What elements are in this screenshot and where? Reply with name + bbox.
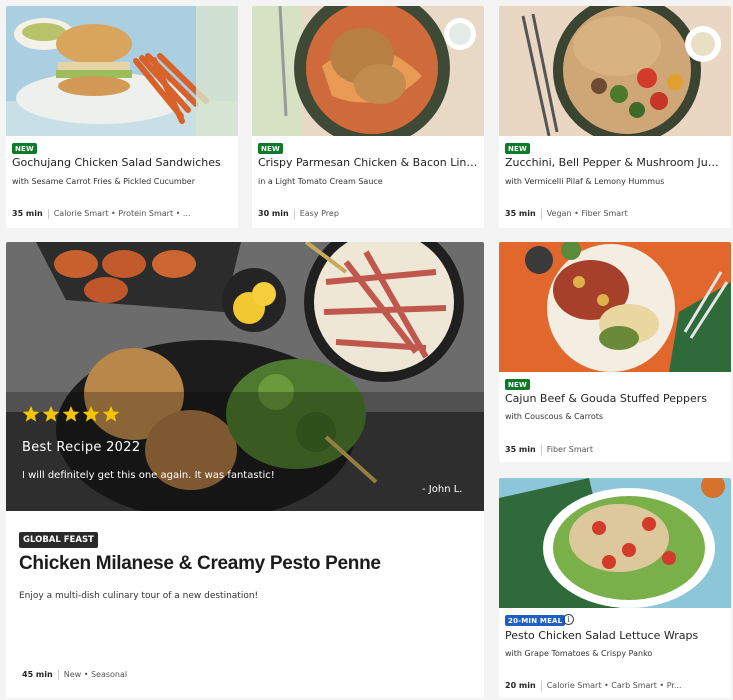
recipe-card[interactable]: 20-MIN MEAL i Pesto Chicken Salad Lettuc…: [499, 478, 731, 698]
divider: [540, 681, 542, 691]
rating-stars: [22, 405, 120, 423]
star-icon: [42, 405, 60, 422]
recipe-tags: Fiber Smart: [546, 445, 593, 454]
cook-time: 35 min: [12, 209, 43, 218]
featured-recipe-description: Enjoy a multi-dish culinary tour of a ne…: [19, 591, 259, 601]
cook-time: 35 min: [505, 209, 536, 218]
info-icon[interactable]: i: [563, 614, 574, 625]
divider: [540, 445, 542, 455]
quick-meal-badge: 20-MIN MEAL: [505, 615, 566, 626]
cook-time: 20 min: [505, 681, 536, 690]
recipe-title: Pesto Chicken Salad Lettuce Wraps: [505, 629, 699, 642]
recipe-tags: Vegan • Fiber Smart: [546, 209, 628, 218]
recipe-title: Crispy Parmesan Chicken & Bacon Linguine: [258, 156, 480, 169]
featured-recipe-title: Chicken Milanese & Creamy Pesto Penne: [19, 553, 381, 574]
new-badge: NEW: [12, 143, 37, 154]
star-icon: [102, 405, 120, 422]
recipe-title: Zucchini, Bell Pepper & Mushroom Jumble: [505, 156, 727, 169]
star-icon: [82, 405, 100, 422]
recipe-tags: Calorie Smart • Carb Smart • Pr...: [546, 681, 682, 690]
recipe-card[interactable]: NEW Gochujang Chicken Salad Sandwiches w…: [6, 6, 238, 228]
recipe-subtitle: with Vermicelli Pilaf & Lemony Hummus: [505, 177, 665, 186]
cook-time: 45 min: [22, 670, 53, 679]
recipe-photo: [6, 6, 238, 136]
new-badge: NEW: [505, 143, 530, 154]
divider: [540, 209, 542, 219]
recipe-subtitle: with Grape Tomatoes & Crispy Panko: [505, 649, 653, 658]
recipe-photo: [252, 6, 484, 136]
cook-time: 30 min: [258, 209, 289, 218]
recipe-title: Gochujang Chicken Salad Sandwiches: [12, 156, 221, 169]
recipe-photo: [499, 478, 731, 608]
recipe-meta: 35 min Calorie Smart • Protein Smart • .…: [12, 209, 191, 219]
star-icon: [62, 405, 80, 422]
divider: [57, 670, 59, 680]
cook-time: 35 min: [505, 445, 536, 454]
recipe-tags: New • Seasonal: [63, 670, 128, 679]
recipe-photo: [499, 6, 731, 136]
recipe-meta: 30 min Easy Prep: [258, 209, 339, 219]
new-badge: NEW: [258, 143, 283, 154]
recipe-meta: 20 min Calorie Smart • Carb Smart • Pr..…: [505, 681, 682, 691]
recipe-card[interactable]: NEW Zucchini, Bell Pepper & Mushroom Jum…: [499, 6, 731, 228]
award-label: Best Recipe 2022: [22, 440, 141, 455]
recipe-grid: NEW Gochujang Chicken Salad Sandwiches w…: [0, 0, 733, 700]
divider: [293, 209, 295, 219]
review-quote: I will definitely get this one again. It…: [22, 470, 275, 481]
divider: [47, 209, 49, 219]
recipe-subtitle: in a Light Tomato Cream Sauce: [258, 177, 383, 186]
global-feast-tag: GLOBAL FEAST: [19, 532, 98, 548]
review-author: - John L.: [422, 484, 463, 495]
recipe-card[interactable]: NEW Crispy Parmesan Chicken & Bacon Ling…: [252, 6, 484, 228]
recipe-subtitle: with Couscous & Carrots: [505, 412, 604, 421]
recipe-tags: Calorie Smart • Protein Smart • ...: [53, 209, 191, 218]
new-badge: NEW: [505, 379, 530, 390]
recipe-meta: 35 min Vegan • Fiber Smart: [505, 209, 628, 219]
recipe-subtitle: with Sesame Carrot Fries & Pickled Cucum…: [12, 177, 195, 186]
recipe-tags: Easy Prep: [299, 209, 339, 218]
star-icon: [22, 405, 40, 422]
recipe-meta: 35 min Fiber Smart: [505, 445, 593, 455]
recipe-title: Cajun Beef & Gouda Stuffed Peppers: [505, 392, 707, 405]
recipe-card[interactable]: NEW Cajun Beef & Gouda Stuffed Peppers w…: [499, 242, 731, 462]
featured-recipe-card[interactable]: Best Recipe 2022 I will definitely get t…: [6, 242, 484, 698]
recipe-meta: 45 min New • Seasonal: [22, 670, 127, 680]
recipe-photo: [499, 242, 731, 372]
